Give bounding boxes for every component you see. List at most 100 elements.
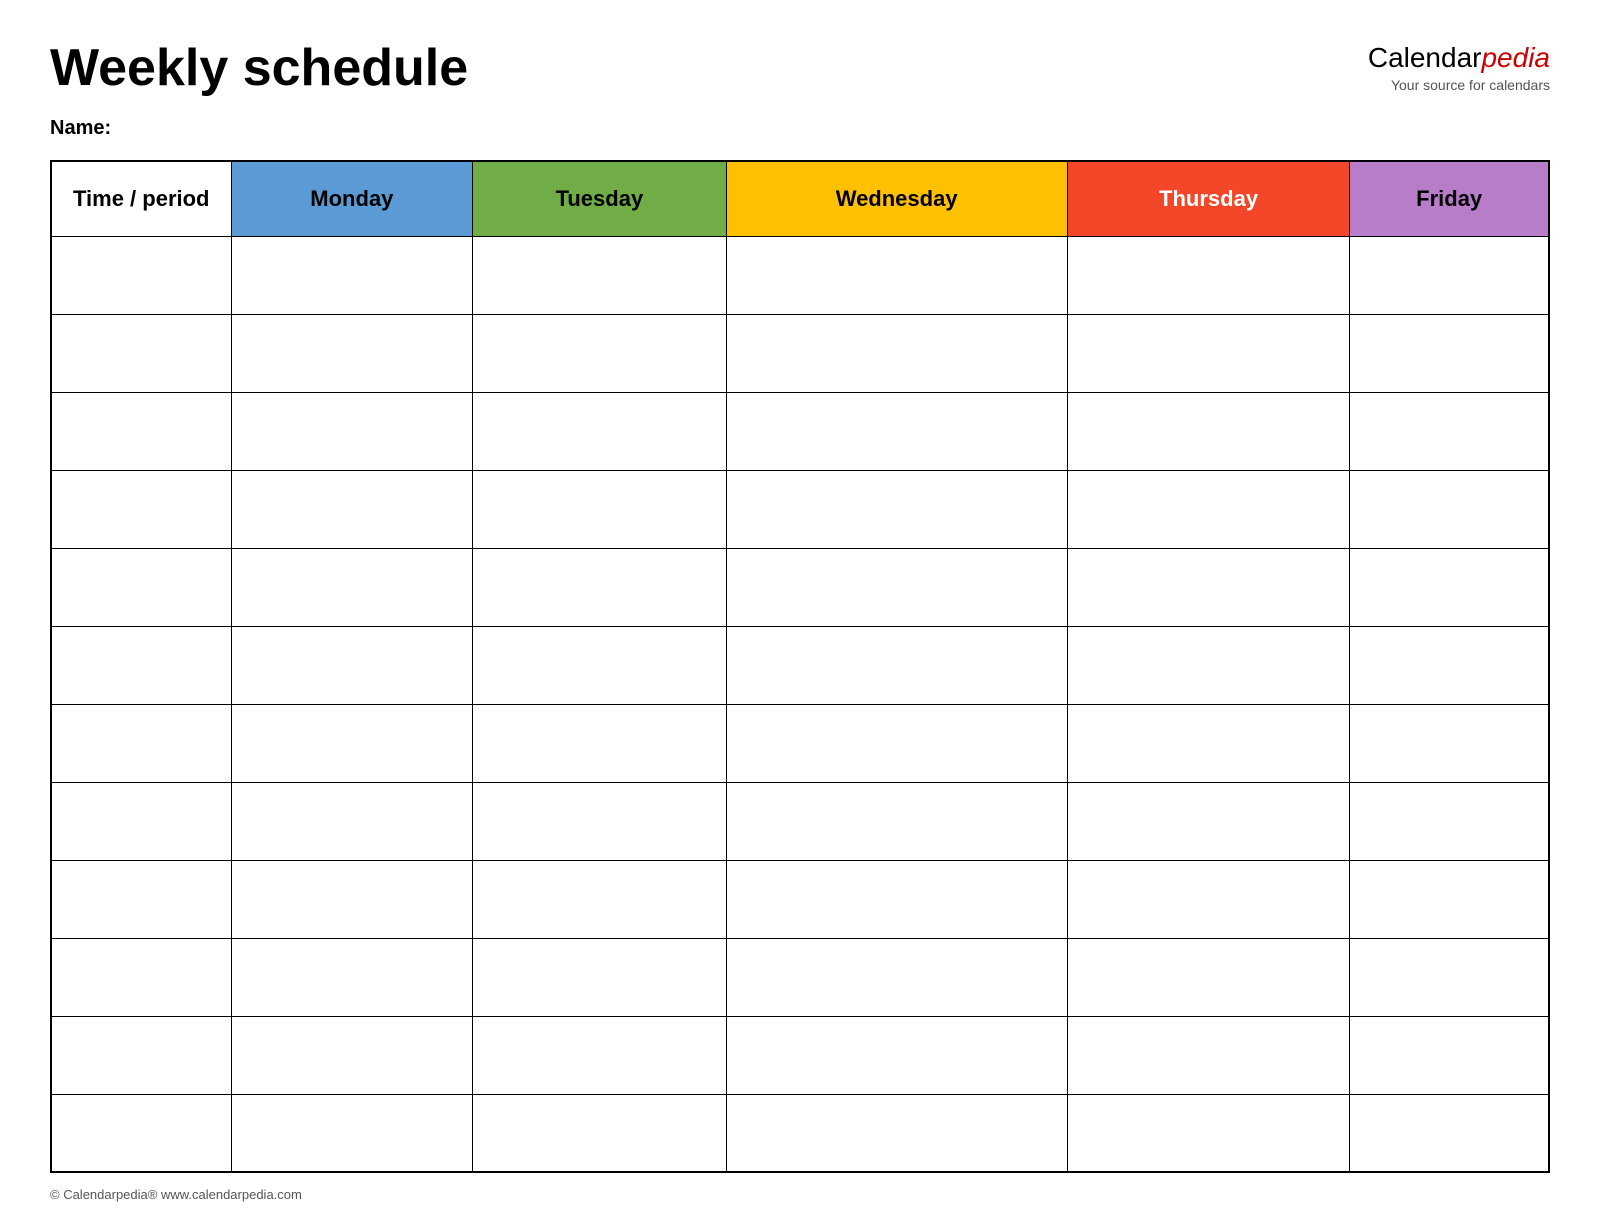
col-header-time: Time / period bbox=[51, 161, 231, 236]
table-cell[interactable] bbox=[473, 938, 726, 1016]
table-cell[interactable] bbox=[726, 548, 1067, 626]
brand-name: Calendarpedia bbox=[1368, 40, 1550, 76]
table-cell[interactable] bbox=[726, 314, 1067, 392]
table-cell[interactable] bbox=[231, 860, 473, 938]
col-header-tuesday: Tuesday bbox=[473, 161, 726, 236]
table-cell[interactable] bbox=[51, 1094, 231, 1172]
table-cell[interactable] bbox=[1067, 1016, 1350, 1094]
table-row bbox=[51, 236, 1549, 314]
table-cell[interactable] bbox=[51, 782, 231, 860]
table-row bbox=[51, 1016, 1549, 1094]
table-cell[interactable] bbox=[1067, 938, 1350, 1016]
table-cell[interactable] bbox=[51, 860, 231, 938]
table-cell[interactable] bbox=[726, 626, 1067, 704]
table-cell[interactable] bbox=[231, 470, 473, 548]
table-cell[interactable] bbox=[473, 782, 726, 860]
table-cell[interactable] bbox=[1350, 1016, 1549, 1094]
page-title: Weekly schedule bbox=[50, 40, 468, 97]
table-cell[interactable] bbox=[726, 860, 1067, 938]
brand-tagline: Your source for calendars bbox=[1368, 76, 1550, 94]
table-cell[interactable] bbox=[51, 470, 231, 548]
table-row bbox=[51, 314, 1549, 392]
table-cell[interactable] bbox=[231, 1016, 473, 1094]
table-row bbox=[51, 548, 1549, 626]
table-cell[interactable] bbox=[1067, 236, 1350, 314]
table-cell[interactable] bbox=[726, 470, 1067, 548]
col-header-thursday: Thursday bbox=[1067, 161, 1350, 236]
table-cell[interactable] bbox=[473, 470, 726, 548]
table-cell[interactable] bbox=[231, 392, 473, 470]
footer: © Calendarpedia® www.calendarpedia.com bbox=[50, 1187, 1550, 1202]
table-cell[interactable] bbox=[473, 314, 726, 392]
table-cell[interactable] bbox=[726, 938, 1067, 1016]
table-cell[interactable] bbox=[51, 392, 231, 470]
table-cell[interactable] bbox=[1350, 1094, 1549, 1172]
table-cell[interactable] bbox=[1350, 548, 1549, 626]
table-cell[interactable] bbox=[51, 1016, 231, 1094]
table-cell[interactable] bbox=[231, 704, 473, 782]
table-cell[interactable] bbox=[231, 314, 473, 392]
table-cell[interactable] bbox=[231, 626, 473, 704]
table-cell[interactable] bbox=[473, 626, 726, 704]
table-cell[interactable] bbox=[473, 1094, 726, 1172]
table-cell[interactable] bbox=[1350, 470, 1549, 548]
table-row bbox=[51, 470, 1549, 548]
table-cell[interactable] bbox=[1067, 548, 1350, 626]
col-header-wednesday: Wednesday bbox=[726, 161, 1067, 236]
table-cell[interactable] bbox=[726, 1094, 1067, 1172]
table-cell[interactable] bbox=[1067, 782, 1350, 860]
table-row bbox=[51, 938, 1549, 1016]
table-cell[interactable] bbox=[473, 392, 726, 470]
table-cell[interactable] bbox=[51, 626, 231, 704]
table-cell[interactable] bbox=[1350, 236, 1549, 314]
table-cell[interactable] bbox=[1067, 392, 1350, 470]
table-cell[interactable] bbox=[1350, 392, 1549, 470]
table-cell[interactable] bbox=[1067, 470, 1350, 548]
table-row bbox=[51, 782, 1549, 860]
table-cell[interactable] bbox=[473, 860, 726, 938]
table-row bbox=[51, 1094, 1549, 1172]
table-cell[interactable] bbox=[1067, 626, 1350, 704]
schedule-table: Time / period Monday Tuesday Wednesday T… bbox=[50, 160, 1550, 1173]
table-cell[interactable] bbox=[231, 1094, 473, 1172]
table-cell[interactable] bbox=[726, 704, 1067, 782]
table-cell[interactable] bbox=[473, 236, 726, 314]
table-cell[interactable] bbox=[726, 236, 1067, 314]
table-cell[interactable] bbox=[1067, 1094, 1350, 1172]
brand-logo: Calendarpedia Your source for calendars bbox=[1368, 40, 1550, 95]
name-label: Name: bbox=[50, 117, 1550, 140]
table-cell[interactable] bbox=[726, 782, 1067, 860]
table-cell[interactable] bbox=[726, 392, 1067, 470]
table-cell[interactable] bbox=[1067, 704, 1350, 782]
brand-calendar: Calendar bbox=[1368, 42, 1482, 73]
table-cell[interactable] bbox=[231, 782, 473, 860]
page-header: Weekly schedule Calendarpedia Your sourc… bbox=[50, 40, 1550, 97]
table-cell[interactable] bbox=[51, 938, 231, 1016]
table-cell[interactable] bbox=[1350, 314, 1549, 392]
table-row bbox=[51, 860, 1549, 938]
table-cell[interactable] bbox=[1350, 704, 1549, 782]
table-cell[interactable] bbox=[51, 548, 231, 626]
table-cell[interactable] bbox=[51, 236, 231, 314]
table-cell[interactable] bbox=[1350, 782, 1549, 860]
table-row bbox=[51, 392, 1549, 470]
table-cell[interactable] bbox=[1350, 938, 1549, 1016]
table-cell[interactable] bbox=[1067, 860, 1350, 938]
table-cell[interactable] bbox=[1067, 314, 1350, 392]
brand-pedia: pedia bbox=[1481, 42, 1550, 73]
table-cell[interactable] bbox=[473, 704, 726, 782]
table-cell[interactable] bbox=[51, 314, 231, 392]
table-cell[interactable] bbox=[473, 548, 726, 626]
table-cell[interactable] bbox=[231, 548, 473, 626]
table-cell[interactable] bbox=[726, 1016, 1067, 1094]
table-cell[interactable] bbox=[473, 1016, 726, 1094]
header-row: Time / period Monday Tuesday Wednesday T… bbox=[51, 161, 1549, 236]
table-row bbox=[51, 704, 1549, 782]
table-cell[interactable] bbox=[231, 938, 473, 1016]
table-cell[interactable] bbox=[51, 704, 231, 782]
table-cell[interactable] bbox=[231, 236, 473, 314]
col-header-friday: Friday bbox=[1350, 161, 1549, 236]
col-header-monday: Monday bbox=[231, 161, 473, 236]
table-cell[interactable] bbox=[1350, 860, 1549, 938]
table-cell[interactable] bbox=[1350, 626, 1549, 704]
